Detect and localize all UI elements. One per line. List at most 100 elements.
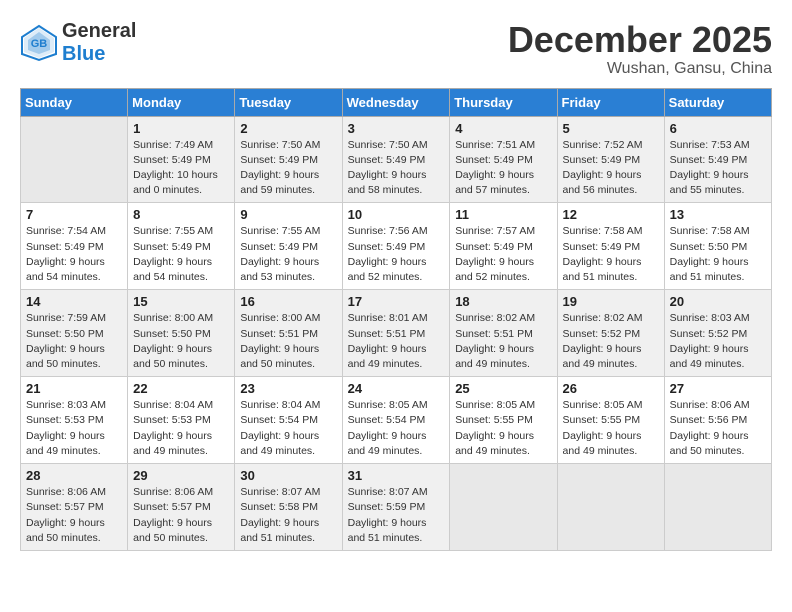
calendar-cell: 28 Sunrise: 8:06 AMSunset: 5:57 PMDayligh… — [21, 464, 128, 551]
day-number: 30 — [240, 468, 336, 483]
day-number: 31 — [348, 468, 445, 483]
day-number: 21 — [26, 381, 122, 396]
day-info: Sunrise: 8:07 AMSunset: 5:59 PMDaylight:… — [348, 485, 445, 546]
logo-general: General — [62, 20, 136, 43]
calendar-cell: 8 Sunrise: 7:55 AMSunset: 5:49 PMDaylight… — [128, 203, 235, 290]
day-number: 16 — [240, 294, 336, 309]
day-info: Sunrise: 7:57 AMSunset: 5:49 PMDaylight:… — [455, 224, 551, 285]
day-number: 4 — [455, 121, 551, 136]
day-info: Sunrise: 7:58 AMSunset: 5:50 PMDaylight:… — [670, 224, 766, 285]
day-number: 26 — [563, 381, 659, 396]
day-info: Sunrise: 7:59 AMSunset: 5:50 PMDaylight:… — [26, 311, 122, 372]
calendar-cell: 9 Sunrise: 7:55 AMSunset: 5:49 PMDaylight… — [235, 203, 342, 290]
day-header-tuesday: Tuesday — [235, 88, 342, 116]
day-info: Sunrise: 8:05 AMSunset: 5:55 PMDaylight:… — [563, 398, 659, 459]
day-header-wednesday: Wednesday — [342, 88, 450, 116]
day-number: 24 — [348, 381, 445, 396]
calendar-cell: 19 Sunrise: 8:02 AMSunset: 5:52 PMDayligh… — [557, 290, 664, 377]
calendar-cell: 18 Sunrise: 8:02 AMSunset: 5:51 PMDayligh… — [450, 290, 557, 377]
calendar-cell: 2 Sunrise: 7:50 AMSunset: 5:49 PMDaylight… — [235, 116, 342, 203]
day-info: Sunrise: 8:03 AMSunset: 5:53 PMDaylight:… — [26, 398, 122, 459]
title-block: December 2025 Wushan, Gansu, China — [508, 20, 772, 78]
day-header-thursday: Thursday — [450, 88, 557, 116]
day-info: Sunrise: 7:56 AMSunset: 5:49 PMDaylight:… — [348, 224, 445, 285]
calendar-cell: 15 Sunrise: 8:00 AMSunset: 5:50 PMDayligh… — [128, 290, 235, 377]
calendar-cell: 12 Sunrise: 7:58 AMSunset: 5:49 PMDayligh… — [557, 203, 664, 290]
day-info: Sunrise: 8:07 AMSunset: 5:58 PMDaylight:… — [240, 485, 336, 546]
calendar-cell: 21 Sunrise: 8:03 AMSunset: 5:53 PMDayligh… — [21, 377, 128, 464]
day-info: Sunrise: 7:50 AMSunset: 5:49 PMDaylight:… — [240, 138, 336, 199]
day-number: 11 — [455, 207, 551, 222]
page-header: GB General Blue December 2025 Wushan, Ga… — [20, 20, 772, 78]
calendar-cell: 29 Sunrise: 8:06 AMSunset: 5:57 PMDayligh… — [128, 464, 235, 551]
calendar-cell: 27Sunrise: 8:06 AMSunset: 5:56 PMDayligh… — [664, 377, 771, 464]
day-number: 3 — [348, 121, 445, 136]
calendar-week-row: 1Sunrise: 7:49 AMSunset: 5:49 PMDaylight… — [21, 116, 772, 203]
day-info: Sunrise: 8:06 AMSunset: 5:57 PMDaylight:… — [26, 485, 122, 546]
day-info: Sunrise: 7:58 AMSunset: 5:49 PMDaylight:… — [563, 224, 659, 285]
calendar-cell: 23Sunrise: 8:04 AMSunset: 5:54 PMDayligh… — [235, 377, 342, 464]
day-info: Sunrise: 7:54 AMSunset: 5:49 PMDaylight:… — [26, 224, 122, 285]
calendar-cell: 4 Sunrise: 7:51 AMSunset: 5:49 PMDaylight… — [450, 116, 557, 203]
calendar-cell: 31 Sunrise: 8:07 AMSunset: 5:59 PMDayligh… — [342, 464, 450, 551]
day-info: Sunrise: 7:53 AMSunset: 5:49 PMDaylight:… — [670, 138, 766, 199]
day-info: Sunrise: 7:50 AMSunset: 5:49 PMDaylight:… — [348, 138, 445, 199]
day-number: 29 — [133, 468, 229, 483]
day-number: 12 — [563, 207, 659, 222]
day-header-sunday: Sunday — [21, 88, 128, 116]
calendar-cell: 11 Sunrise: 7:57 AMSunset: 5:49 PMDayligh… — [450, 203, 557, 290]
day-header-monday: Monday — [128, 88, 235, 116]
day-number: 15 — [133, 294, 229, 309]
calendar-cell: 13 Sunrise: 7:58 AMSunset: 5:50 PMDayligh… — [664, 203, 771, 290]
day-number: 25 — [455, 381, 551, 396]
calendar-cell: 17 Sunrise: 8:01 AMSunset: 5:51 PMDayligh… — [342, 290, 450, 377]
logo-icon: GB — [20, 24, 58, 62]
calendar-week-row: 28 Sunrise: 8:06 AMSunset: 5:57 PMDayligh… — [21, 464, 772, 551]
logo-blue: Blue — [62, 43, 136, 66]
day-number: 2 — [240, 121, 336, 136]
day-info: Sunrise: 8:05 AMSunset: 5:55 PMDaylight:… — [455, 398, 551, 459]
day-number: 23 — [240, 381, 336, 396]
calendar-table: SundayMondayTuesdayWednesdayThursdayFrid… — [20, 88, 772, 551]
calendar-cell: 24Sunrise: 8:05 AMSunset: 5:54 PMDayligh… — [342, 377, 450, 464]
calendar-header-row: SundayMondayTuesdayWednesdayThursdayFrid… — [21, 88, 772, 116]
calendar-cell — [664, 464, 771, 551]
day-info: Sunrise: 8:06 AMSunset: 5:57 PMDaylight:… — [133, 485, 229, 546]
day-info: Sunrise: 8:00 AMSunset: 5:50 PMDaylight:… — [133, 311, 229, 372]
calendar-cell — [557, 464, 664, 551]
day-number: 28 — [26, 468, 122, 483]
calendar-cell: 30 Sunrise: 8:07 AMSunset: 5:58 PMDayligh… — [235, 464, 342, 551]
day-number: 17 — [348, 294, 445, 309]
calendar-cell: 1Sunrise: 7:49 AMSunset: 5:49 PMDaylight… — [128, 116, 235, 203]
calendar-cell: 5Sunrise: 7:52 AMSunset: 5:49 PMDaylight… — [557, 116, 664, 203]
day-info: Sunrise: 8:06 AMSunset: 5:56 PMDaylight:… — [670, 398, 766, 459]
calendar-cell — [450, 464, 557, 551]
day-info: Sunrise: 7:49 AMSunset: 5:49 PMDaylight:… — [133, 138, 229, 199]
day-info: Sunrise: 8:04 AMSunset: 5:53 PMDaylight:… — [133, 398, 229, 459]
day-info: Sunrise: 8:02 AMSunset: 5:52 PMDaylight:… — [563, 311, 659, 372]
day-info: Sunrise: 7:52 AMSunset: 5:49 PMDaylight:… — [563, 138, 659, 199]
day-number: 19 — [563, 294, 659, 309]
calendar-cell: 6Sunrise: 7:53 AMSunset: 5:49 PMDaylight… — [664, 116, 771, 203]
day-number: 8 — [133, 207, 229, 222]
day-number: 10 — [348, 207, 445, 222]
month-title: December 2025 — [508, 20, 772, 60]
logo-text: General Blue — [62, 20, 136, 66]
calendar-cell: 10 Sunrise: 7:56 AMSunset: 5:49 PMDayligh… — [342, 203, 450, 290]
day-info: Sunrise: 8:03 AMSunset: 5:52 PMDaylight:… — [670, 311, 766, 372]
day-number: 20 — [670, 294, 766, 309]
day-info: Sunrise: 7:51 AMSunset: 5:49 PMDaylight:… — [455, 138, 551, 199]
calendar-cell: 22Sunrise: 8:04 AMSunset: 5:53 PMDayligh… — [128, 377, 235, 464]
day-info: Sunrise: 7:55 AMSunset: 5:49 PMDaylight:… — [133, 224, 229, 285]
calendar-cell: 26 Sunrise: 8:05 AMSunset: 5:55 PMDayligh… — [557, 377, 664, 464]
day-number: 9 — [240, 207, 336, 222]
day-number: 18 — [455, 294, 551, 309]
day-info: Sunrise: 8:01 AMSunset: 5:51 PMDaylight:… — [348, 311, 445, 372]
day-number: 14 — [26, 294, 122, 309]
calendar-cell: 20 Sunrise: 8:03 AMSunset: 5:52 PMDayligh… — [664, 290, 771, 377]
calendar-cell: 14 Sunrise: 7:59 AMSunset: 5:50 PMDayligh… — [21, 290, 128, 377]
day-number: 13 — [670, 207, 766, 222]
day-info: Sunrise: 8:02 AMSunset: 5:51 PMDaylight:… — [455, 311, 551, 372]
day-info: Sunrise: 7:55 AMSunset: 5:49 PMDaylight:… — [240, 224, 336, 285]
calendar-week-row: 14 Sunrise: 7:59 AMSunset: 5:50 PMDayligh… — [21, 290, 772, 377]
